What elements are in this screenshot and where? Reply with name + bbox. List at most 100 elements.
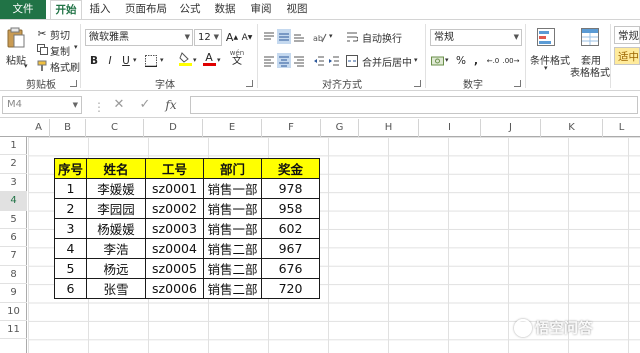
font-name-combo[interactable]: 微软雅黑 ▼: [85, 29, 193, 46]
merge-center-button[interactable]: 合并后居中: [362, 54, 412, 69]
row-header[interactable]: 1: [0, 137, 27, 156]
chevron-down-icon[interactable]: ▾: [544, 64, 548, 72]
chevron-down-icon[interactable]: ▼: [514, 30, 519, 45]
column-header[interactable]: J: [481, 119, 541, 137]
name-box[interactable]: M4 ▼: [2, 96, 82, 114]
tab-file[interactable]: 文件: [0, 0, 46, 19]
cell[interactable]: sz0001: [145, 178, 204, 199]
wrap-text-button[interactable]: 自动换行: [362, 30, 402, 45]
cell[interactable]: 5: [54, 258, 87, 279]
cell[interactable]: 李浩: [86, 238, 146, 259]
row-header-selected[interactable]: 4: [0, 192, 27, 211]
cell[interactable]: sz0006: [145, 278, 204, 299]
decrease-decimal-icon[interactable]: .00→: [503, 53, 520, 68]
underline-button[interactable]: U: [120, 53, 132, 68]
comma-button[interactable]: ,: [470, 53, 482, 68]
tab-view[interactable]: 视图: [282, 0, 312, 19]
header-cell-bonus[interactable]: 奖金: [261, 158, 320, 179]
row-header[interactable]: 11: [0, 321, 27, 340]
cell[interactable]: 销售二部: [203, 238, 262, 259]
clipboard-launcher-icon[interactable]: [70, 80, 77, 87]
grow-font-button[interactable]: A ▲: [226, 30, 238, 45]
tab-formulas[interactable]: 公式: [176, 0, 204, 19]
insert-function-button[interactable]: fx: [162, 96, 180, 114]
column-header[interactable]: B: [50, 119, 86, 137]
row-header[interactable]: 10: [0, 303, 27, 321]
chevron-down-icon[interactable]: ▾: [445, 56, 449, 64]
cell[interactable]: 李园园: [86, 198, 146, 219]
header-cell-department[interactable]: 部门: [203, 158, 262, 179]
tab-page-layout[interactable]: 页面布局: [120, 0, 172, 19]
chevron-down-icon[interactable]: ▾: [193, 56, 197, 64]
table-format-label-2[interactable]: 表格格式: [570, 64, 610, 79]
fill-color-icon[interactable]: [178, 51, 192, 66]
chevron-down-icon[interactable]: ▼: [185, 30, 190, 45]
paste-button[interactable]: 粘贴: [6, 52, 26, 67]
chevron-down-icon[interactable]: ▾: [74, 43, 78, 51]
cell-style-normal[interactable]: 常规: [614, 26, 640, 44]
cell[interactable]: 销售一部: [203, 218, 262, 239]
orientation-icon[interactable]: ab: [312, 29, 328, 44]
cell[interactable]: 销售一部: [203, 178, 262, 199]
copy-button[interactable]: 复制: [50, 43, 70, 58]
row-header[interactable]: 3: [0, 174, 27, 193]
header-cell-id[interactable]: 工号: [145, 158, 204, 179]
currency-icon[interactable]: [430, 53, 444, 68]
cell[interactable]: 676: [261, 258, 320, 279]
column-header[interactable]: L: [603, 119, 640, 137]
cell[interactable]: 销售一部: [203, 198, 262, 219]
tab-review[interactable]: 审阅: [246, 0, 276, 19]
enter-icon[interactable]: ✓: [136, 96, 154, 114]
column-header[interactable]: C: [86, 119, 144, 137]
cut-button[interactable]: 剪切: [50, 27, 70, 42]
align-left-icon[interactable]: [262, 53, 276, 68]
cell[interactable]: 李媛媛: [86, 178, 146, 199]
font-launcher-icon[interactable]: [246, 80, 253, 87]
align-center-icon[interactable]: [277, 53, 291, 68]
row-header[interactable]: 7: [0, 247, 27, 266]
column-header[interactable]: E: [203, 119, 262, 137]
align-bottom-icon[interactable]: [292, 29, 306, 44]
tab-data[interactable]: 数据: [210, 0, 240, 19]
increase-indent-icon[interactable]: [327, 53, 341, 68]
cell[interactable]: 6: [54, 278, 87, 299]
tab-insert[interactable]: 插入: [86, 0, 114, 19]
chevron-down-icon[interactable]: ▾: [24, 62, 28, 70]
chevron-down-icon[interactable]: ▾: [133, 56, 137, 64]
chevron-down-icon[interactable]: ▾: [160, 56, 164, 64]
cell[interactable]: sz0005: [145, 258, 204, 279]
align-right-icon[interactable]: [292, 53, 306, 68]
paste-icon[interactable]: [6, 26, 26, 50]
column-header[interactable]: I: [419, 119, 481, 137]
number-launcher-icon[interactable]: [514, 80, 521, 87]
cell[interactable]: sz0004: [145, 238, 204, 259]
align-middle-icon[interactable]: [277, 29, 291, 44]
cell[interactable]: 602: [261, 218, 320, 239]
header-cell-index[interactable]: 序号: [54, 158, 87, 179]
chevron-down-icon[interactable]: ▾: [414, 56, 418, 64]
format-painter-button[interactable]: 格式刷: [50, 59, 80, 74]
shrink-font-button[interactable]: A ▼: [241, 30, 253, 45]
decrease-indent-icon[interactable]: [312, 53, 326, 68]
conditional-format-button[interactable]: 条件格式: [530, 52, 570, 67]
border-icon[interactable]: [144, 53, 158, 68]
cell[interactable]: 720: [261, 278, 320, 299]
column-header[interactable]: D: [144, 119, 203, 137]
row-header[interactable]: 2: [0, 155, 27, 174]
font-color-icon[interactable]: A: [202, 51, 216, 66]
cell[interactable]: 978: [261, 178, 320, 199]
chevron-down-icon[interactable]: ▼: [73, 97, 78, 113]
cell[interactable]: 销售二部: [203, 258, 262, 279]
cell[interactable]: 杨媛媛: [86, 218, 146, 239]
font-size-combo[interactable]: 12 ▼: [194, 29, 222, 46]
phonetic-icon[interactable]: wén 文: [228, 50, 246, 67]
column-header[interactable]: F: [262, 119, 321, 137]
formula-input[interactable]: [190, 96, 638, 114]
column-header[interactable]: H: [359, 119, 419, 137]
column-header[interactable]: K: [541, 119, 603, 137]
chevron-down-icon[interactable]: ▾: [329, 32, 333, 40]
cell[interactable]: 杨远: [86, 258, 146, 279]
italic-button[interactable]: I: [104, 53, 116, 68]
column-header[interactable]: A: [28, 119, 50, 137]
tab-home[interactable]: 开始: [50, 0, 82, 19]
